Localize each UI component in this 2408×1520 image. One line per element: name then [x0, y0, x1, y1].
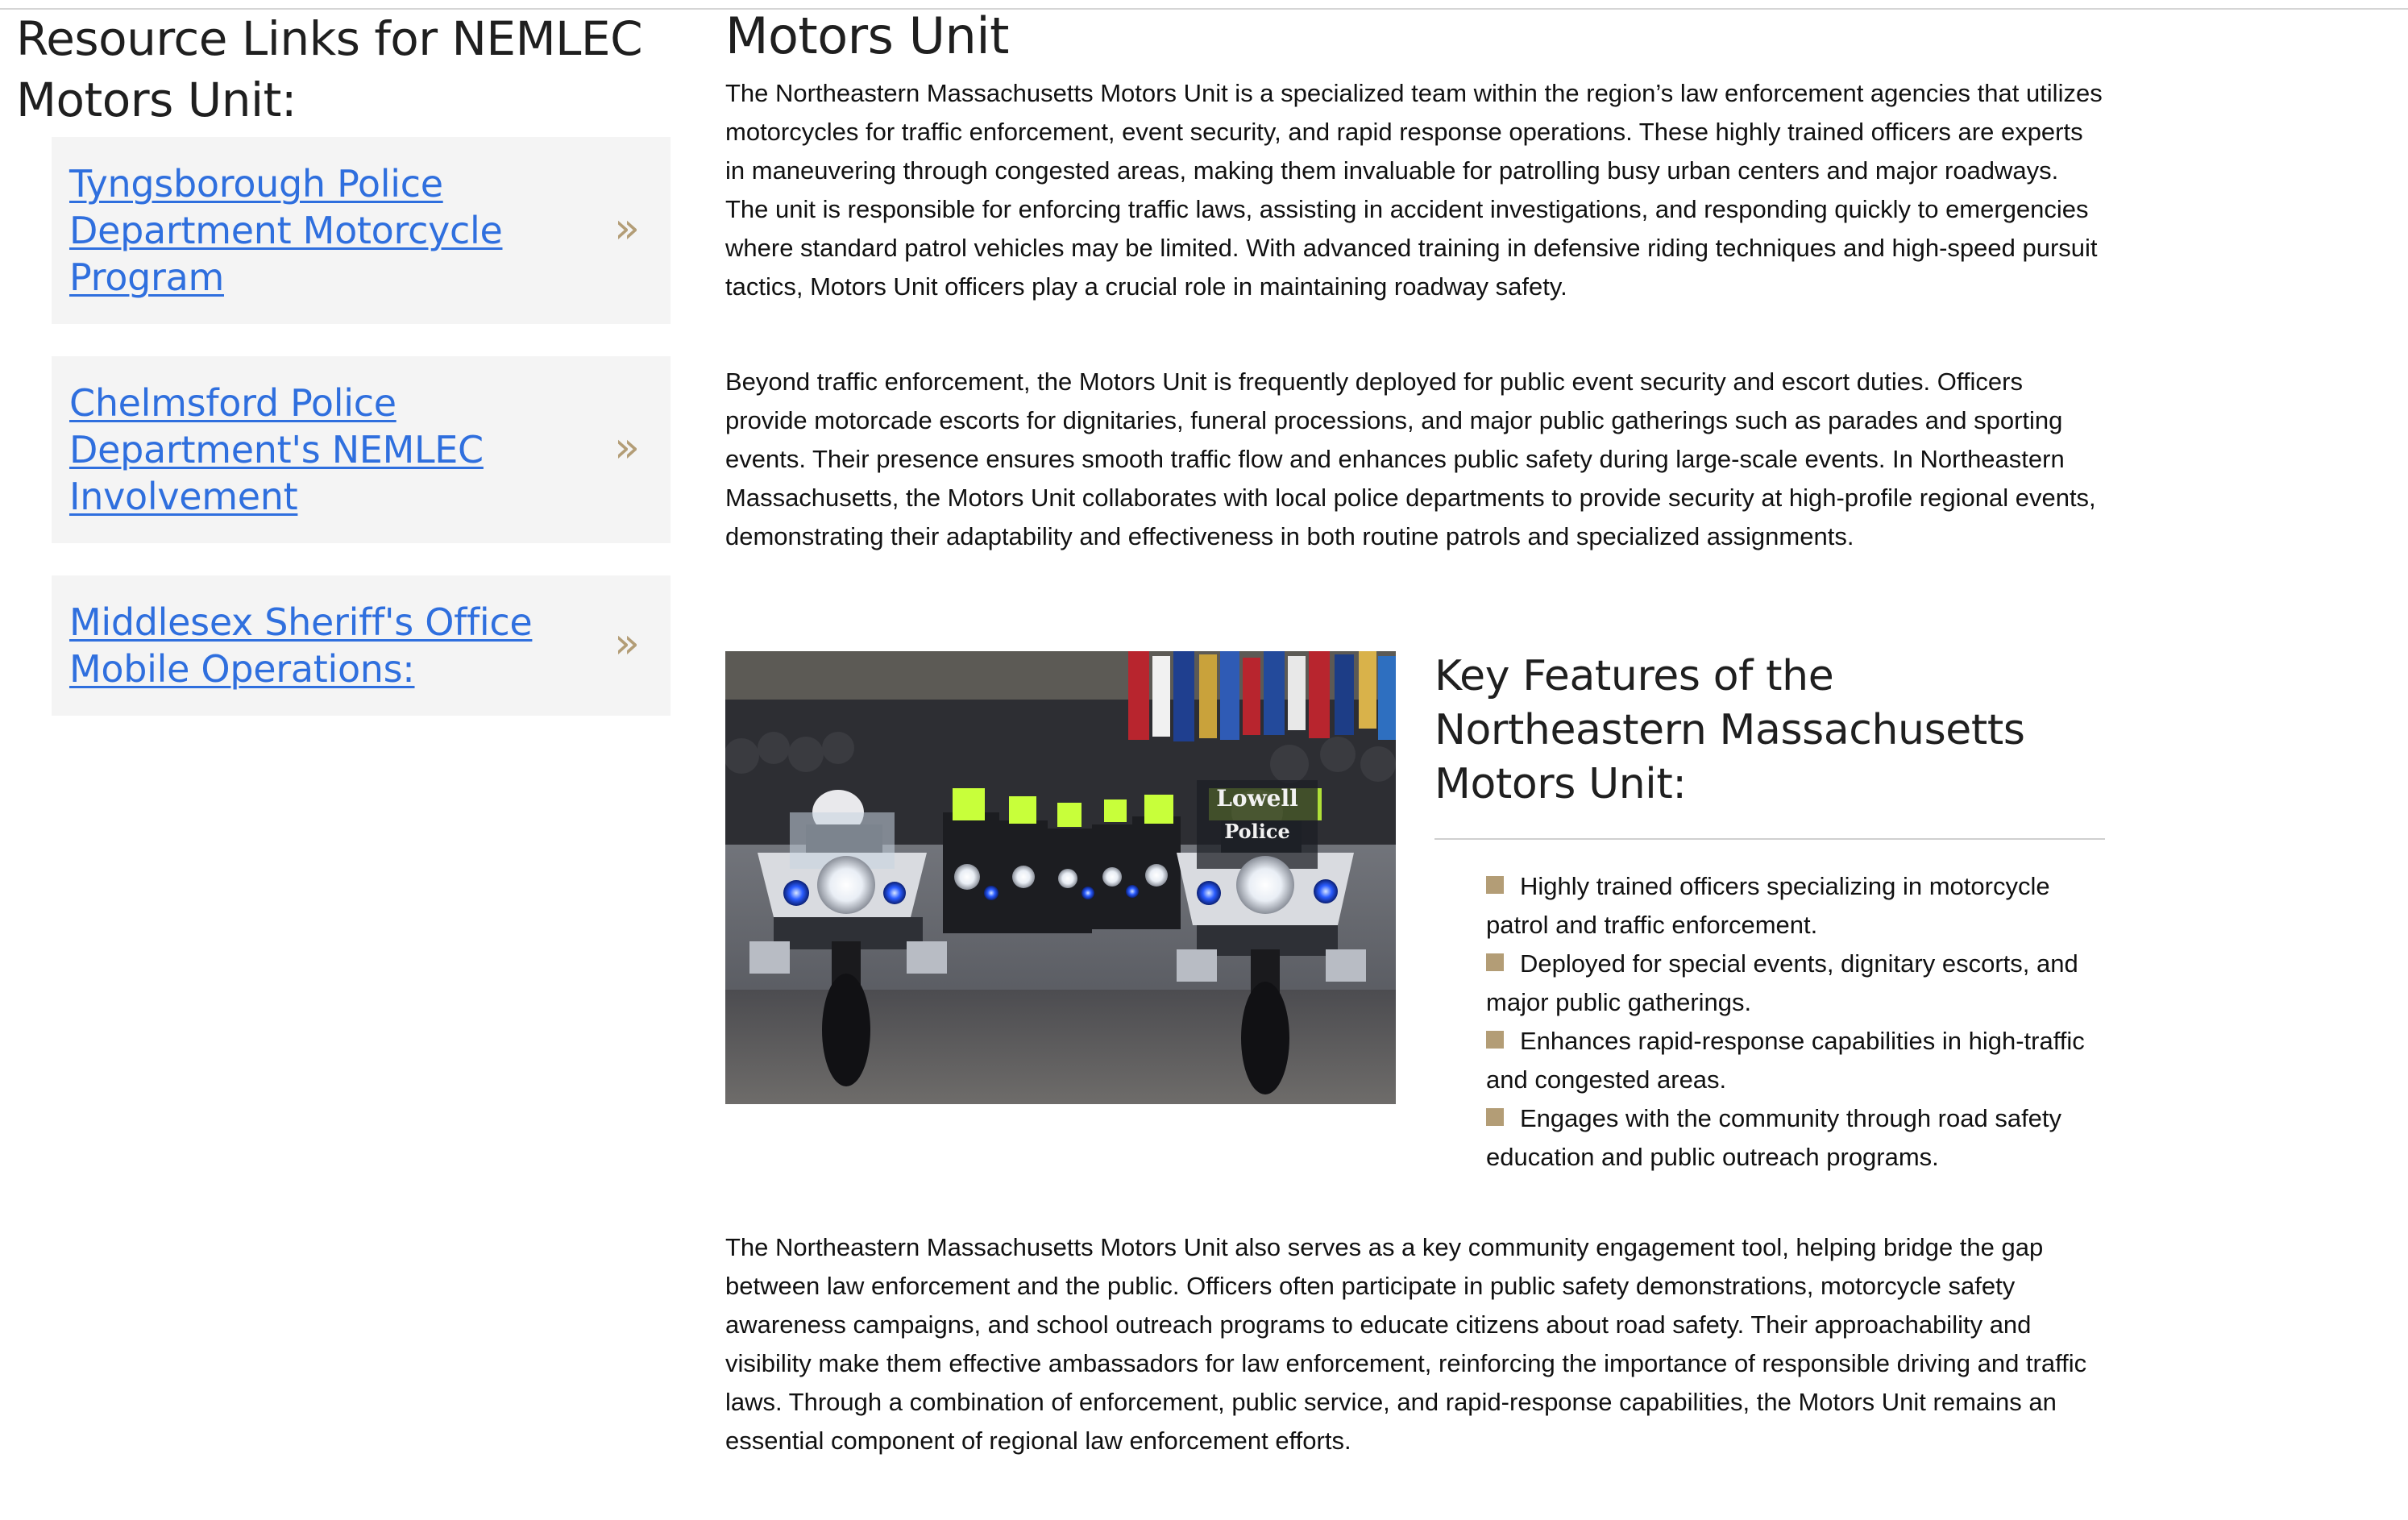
intro-paragraph: The Northeastern Massachusetts Motors Un… [725, 79, 2103, 301]
sidebar-title: Resource Links for NEMLEC Motors Unit: [16, 11, 643, 127]
list-item: Engages with the community through road … [1486, 1104, 2062, 1171]
svg-text:Lowell: Lowell [1216, 785, 1298, 812]
chevron-right-icon: » [614, 619, 640, 668]
chevron-right-icon: » [614, 204, 640, 253]
resource-link-tyngsborough[interactable]: Tyngsborough Police Department Motorcycl… [69, 160, 598, 301]
motorcycle-unit-photo: Lowell Police [725, 651, 1396, 1104]
resource-link-card-middlesex[interactable]: Middlesex Sheriff's Office Mobile Operat… [52, 575, 671, 716]
resource-link-chelmsford[interactable]: Chelmsford Police Department's NEMLEC In… [69, 380, 598, 520]
resource-link-card-chelmsford[interactable]: Chelmsford Police Department's NEMLEC In… [52, 356, 671, 543]
square-bullet-icon [1486, 876, 1504, 894]
key-features-section: Key Features of the Northeastern Massach… [1434, 650, 2105, 1171]
square-bullet-icon [1486, 1108, 1504, 1126]
community-engagement-paragraph: The Northeastern Massachusetts Motors Un… [725, 1233, 2087, 1455]
resource-link-card-tyngsborough[interactable]: Tyngsborough Police Department Motorcycl… [52, 137, 671, 324]
list-item: Enhances rapid-response capabilities in … [1486, 1027, 2085, 1094]
key-features-list: Highly trained officers specializing in … [1486, 867, 2099, 1177]
features-divider [1434, 838, 2105, 840]
square-bullet-icon [1486, 953, 1504, 971]
list-item: Deployed for special events, dignitary e… [1486, 949, 2078, 1016]
resource-links-sidebar: Resource Links for NEMLEC Motors Unit: [16, 0, 693, 131]
square-bullet-icon [1486, 1031, 1504, 1049]
svg-text:Police: Police [1224, 820, 1290, 843]
key-features-title: Key Features of the Northeastern Massach… [1434, 652, 2025, 808]
main-content: Motors Unit [725, 0, 2105, 64]
chevron-right-icon: » [614, 423, 640, 472]
list-item: Highly trained officers specializing in … [1486, 872, 2050, 939]
page-title: Motors Unit [725, 6, 1009, 65]
resource-link-middlesex[interactable]: Middlesex Sheriff's Office Mobile Operat… [69, 599, 598, 692]
event-security-paragraph: Beyond traffic enforcement, the Motors U… [725, 368, 2096, 550]
